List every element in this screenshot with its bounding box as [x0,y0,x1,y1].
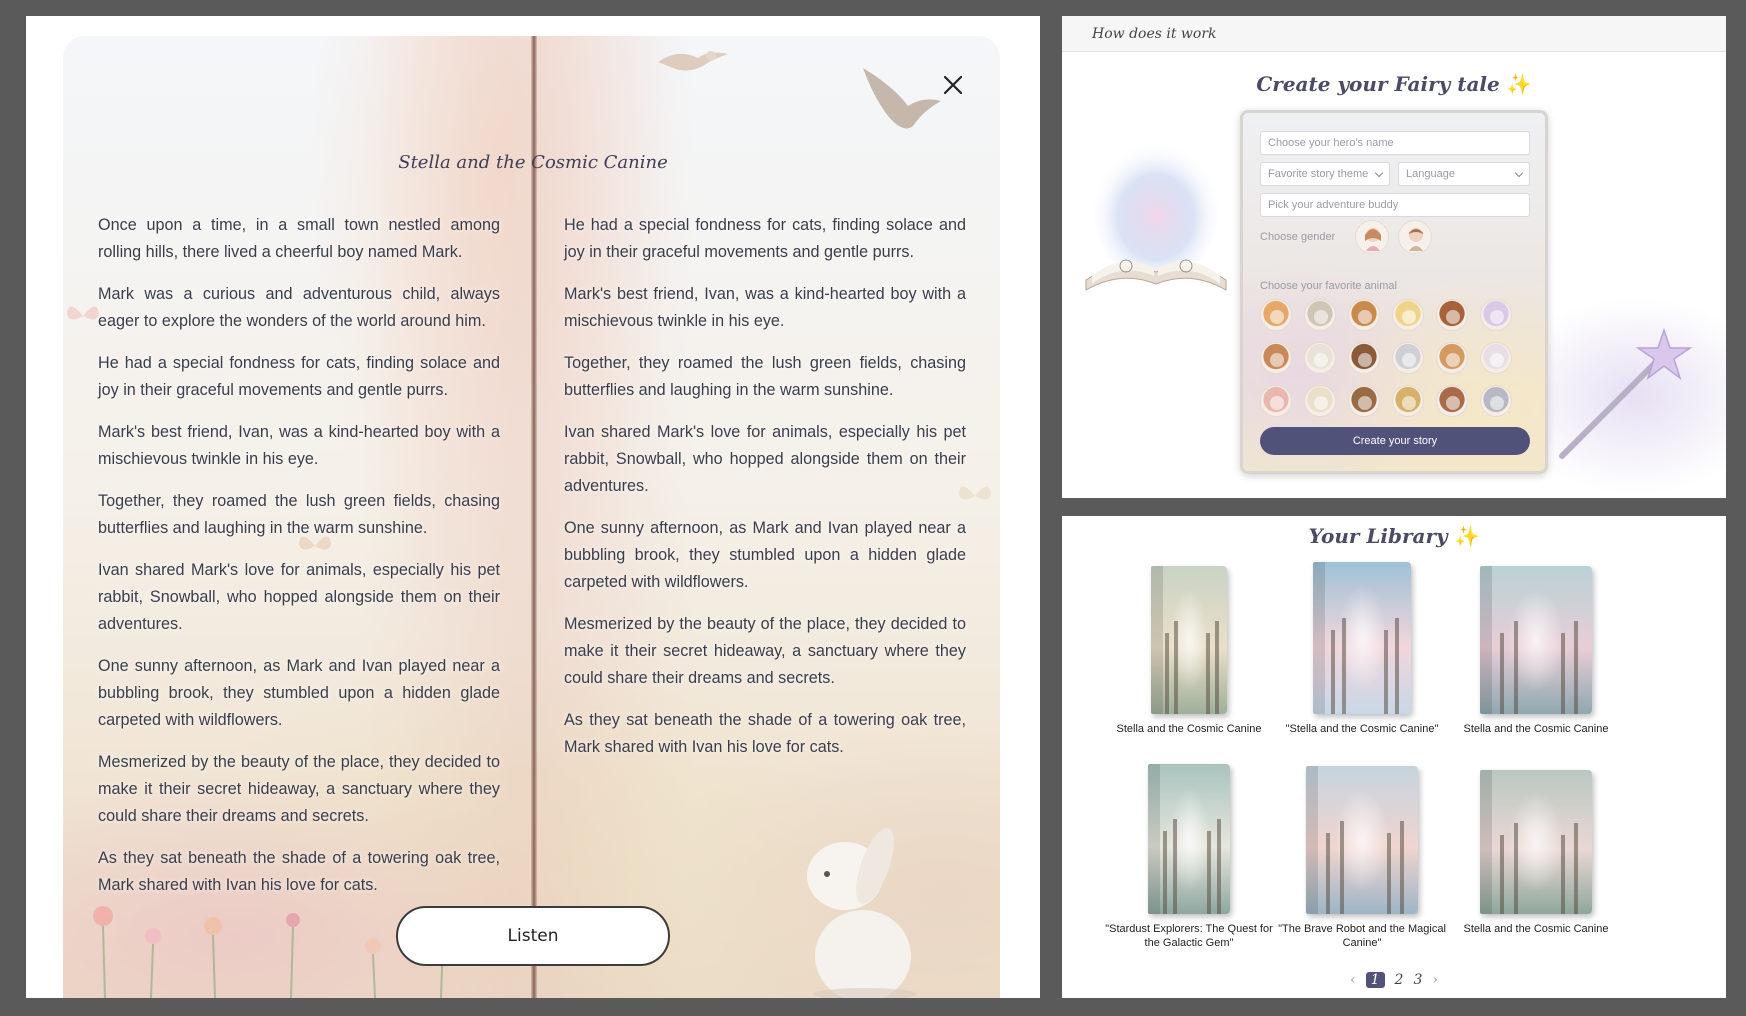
animal-option[interactable] [1480,342,1512,374]
library-title-text: Your Library [1308,524,1448,548]
book-title: Stella and the Cosmic Canine [1463,723,1609,735]
gender-label: Choose gender [1260,231,1336,243]
girl-avatar-icon [1365,228,1381,251]
create-title-text: Create your Fairy tale [1256,72,1500,96]
animal-option[interactable] [1304,385,1336,417]
library-panel: Your Library ✨ Stella and the Cosmic Can… [1062,516,1726,998]
story-paragraph: As they sat beneath the shade of a tower… [564,711,966,756]
rabbit-illustration [807,828,917,998]
story-paragraph: Mark's best friend, Ivan, was a kind-hea… [98,423,500,468]
language-select[interactable]: Language [1398,162,1530,186]
book-cover-image [1480,770,1592,914]
language-placeholder: Language [1406,168,1455,180]
animal-option[interactable] [1348,342,1380,374]
next-page-button[interactable]: › [1432,972,1438,988]
story-reader-modal: Stella and the Cosmic Canine Once upon a… [26,16,1040,998]
library-book-card[interactable]: "Stella and the Cosmic Canine" [1272,562,1452,736]
book-cover-image [1148,764,1230,914]
animal-option[interactable] [1392,385,1424,417]
story-paragraph: Mark's best friend, Ivan, was a kind-hea… [564,285,966,330]
animal-option[interactable] [1480,299,1512,331]
book-title: Stella and the Cosmic Canine [1463,923,1609,935]
book-spine [531,36,537,998]
animal-option[interactable] [1260,342,1292,374]
library-book-card[interactable]: "The Brave Robot and the Magical Canine" [1272,766,1452,950]
sparkle-icon: ✨ [1454,524,1480,548]
animal-option[interactable] [1348,385,1380,417]
story-paragraph: One sunny afternoon, as Mark and Ivan pl… [564,519,966,591]
story-paragraph: Ivan shared Mark's love for animals, esp… [564,423,966,495]
create-fairy-tale-title: Create your Fairy tale ✨ [1062,72,1726,96]
page-1-button[interactable]: 1 [1365,972,1385,988]
book-cover-image [1480,566,1592,714]
boy-avatar-icon [1409,228,1423,251]
story-title: Stella and the Cosmic Canine [398,152,668,173]
story-paragraph: He had a special fondness for cats, find… [564,216,966,261]
animal-option[interactable] [1436,385,1468,417]
book-title: Stella and the Cosmic Canine [1116,723,1262,735]
butterfly-icon [67,306,99,320]
book-cover-image [1151,566,1227,714]
prev-page-button[interactable]: ‹ [1350,972,1356,988]
hero-name-input[interactable]: Choose your hero's name [1260,131,1530,155]
listen-button[interactable]: Listen [396,906,670,966]
animal-option[interactable] [1392,299,1424,331]
book-title: "The Brave Robot and the Magical Canine" [1278,923,1446,949]
library-book-card[interactable]: "Stardust Explorers: The Quest for the G… [1099,764,1279,950]
animal-option[interactable] [1436,342,1468,374]
story-paragraph: Mesmerized by the beauty of the place, t… [564,615,966,687]
library-book-card[interactable]: Stella and the Cosmic Canine [1446,770,1626,936]
magic-wand-illustration [1559,327,1693,459]
library-pagination: ‹ 1 2 3 › [1062,972,1726,988]
story-paragraph: Together, they roamed the lush green fie… [564,354,966,399]
story-paragraph: Together, they roamed the lush green fie… [98,492,500,537]
book-cover-image [1306,766,1418,914]
sparkle-icon: ✨ [1506,72,1532,96]
how-it-works-panel: How does it work Create your Fairy tale … [1062,16,1726,498]
book-cover-image [1313,562,1411,714]
animal-option[interactable] [1260,385,1292,417]
chevron-down-icon [1374,168,1384,178]
chevron-down-icon [1514,168,1524,178]
library-title: Your Library ✨ [1062,524,1726,548]
story-paragraph: Mesmerized by the beauty of the place, t… [98,753,500,825]
page-2-button[interactable]: 2 [1395,972,1404,988]
animal-option[interactable] [1480,385,1512,417]
adventure-buddy-input[interactable]: Pick your adventure buddy [1260,193,1530,217]
library-book-card[interactable]: Stella and the Cosmic Canine [1099,566,1279,736]
story-paragraph: He had a special fondness for cats, find… [98,354,500,399]
animal-option[interactable] [1304,299,1336,331]
story-text-left-page: Once upon a time, in a small town nestle… [98,212,500,914]
how-it-works-header: How does it work [1062,16,1726,52]
story-theme-placeholder: Favorite story theme [1268,168,1369,180]
how-it-works-label: How does it work [1092,26,1217,42]
animal-option[interactable] [1348,299,1380,331]
library-book-card[interactable]: Stella and the Cosmic Canine [1446,566,1626,736]
bird-icon [658,51,728,71]
gender-boy-option[interactable] [1398,220,1432,254]
page-3-button[interactable]: 3 [1413,972,1422,988]
story-text-right-page: He had a special fondness for cats, find… [564,212,966,776]
book-title: "Stardust Explorers: The Quest for the G… [1105,923,1273,949]
animal-option[interactable] [1304,342,1336,374]
story-paragraph: Once upon a time, in a small town nestle… [98,216,500,261]
story-creation-form: Choose your hero's name Favorite story t… [1240,110,1548,474]
story-theme-select[interactable]: Favorite story theme [1260,162,1390,186]
story-paragraph: Mark was a curious and adventurous child… [98,285,500,330]
animal-label: Choose your favorite animal [1260,280,1397,292]
gender-girl-option[interactable] [1355,220,1389,254]
animal-option[interactable] [1260,299,1292,331]
story-paragraph: Ivan shared Mark's love for animals, esp… [98,561,500,633]
close-icon[interactable] [938,70,968,100]
story-paragraph: As they sat beneath the shade of a tower… [98,849,500,894]
animal-option[interactable] [1392,342,1424,374]
story-paragraph: One sunny afternoon, as Mark and Ivan pl… [98,657,500,729]
bird-icon [863,68,941,129]
book-title: "Stella and the Cosmic Canine" [1285,723,1439,735]
create-story-button[interactable]: Create your story [1260,427,1530,455]
magic-book-illustration [1085,140,1227,291]
animal-option[interactable] [1436,299,1468,331]
